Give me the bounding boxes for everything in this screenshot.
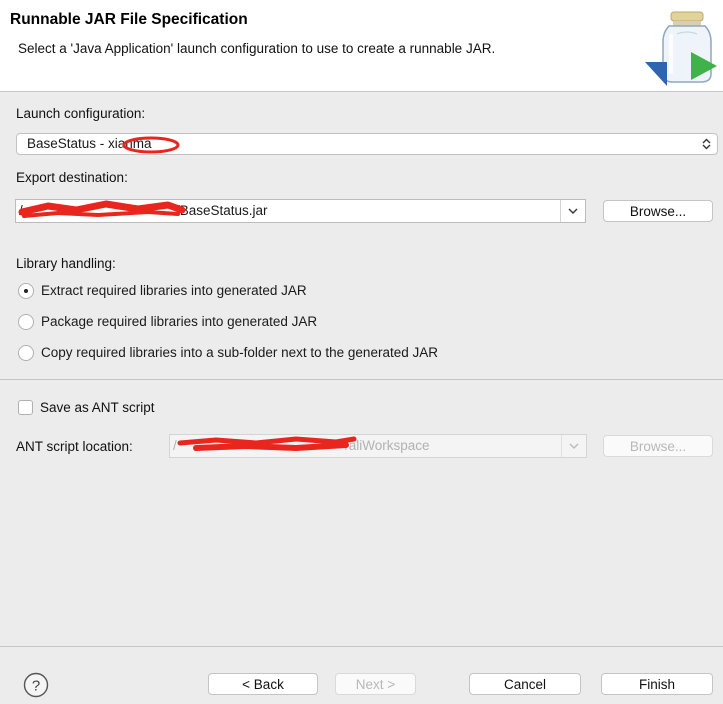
chevron-up-down-icon [702, 138, 711, 150]
ant-location-combo[interactable]: / /aliWorkspace [169, 434, 587, 458]
export-dropdown-button[interactable] [560, 200, 585, 222]
export-browse-button[interactable]: Browse... [603, 200, 713, 222]
back-button[interactable]: < Back [208, 673, 318, 695]
radio-package-libraries[interactable]: Package required libraries into generate… [18, 313, 618, 333]
launch-config-label: Launch configuration: [16, 106, 146, 121]
page-description: Select a 'Java Application' launch confi… [18, 41, 496, 56]
wizard-header: Runnable JAR File Specification Select a… [0, 0, 723, 92]
help-symbol: ? [32, 678, 40, 695]
radio-copy-libraries[interactable]: Copy required libraries into a sub-folde… [18, 344, 618, 364]
redaction-mark [122, 136, 180, 154]
launch-config-select[interactable]: BaseStatus - xianma [16, 133, 718, 155]
section-divider [0, 379, 723, 380]
ant-browse-button[interactable]: Browse... [603, 435, 713, 457]
next-button[interactable]: Next > [335, 673, 416, 695]
export-destination-combo[interactable]: / /BaseStatus.jar [15, 199, 586, 223]
radio-button[interactable] [18, 283, 34, 299]
radio-button[interactable] [18, 345, 34, 361]
redaction-scribble [177, 436, 357, 452]
help-icon[interactable]: ? [23, 672, 49, 698]
library-handling-label: Library handling: [16, 256, 116, 271]
redaction-scribble [18, 200, 186, 218]
save-ant-label: Save as ANT script [40, 400, 155, 415]
radio-label: Copy required libraries into a sub-folde… [41, 345, 438, 360]
save-ant-checkbox[interactable] [18, 400, 33, 415]
chevron-down-icon [569, 443, 579, 449]
cancel-button[interactable]: Cancel [469, 673, 581, 695]
radio-button[interactable] [18, 314, 34, 330]
radio-extract-libraries[interactable]: Extract required libraries into generate… [18, 282, 618, 302]
finish-button[interactable]: Finish [601, 673, 713, 695]
export-path-value: /BaseStatus.jar [176, 203, 268, 218]
radio-label: Extract required libraries into generate… [41, 283, 307, 298]
jar-export-icon [645, 11, 717, 86]
footer-divider [0, 646, 723, 647]
export-destination-label: Export destination: [16, 170, 128, 185]
radio-label: Package required libraries into generate… [41, 314, 318, 329]
ant-dropdown-button [561, 435, 586, 457]
chevron-down-icon [568, 208, 578, 214]
ant-location-label: ANT script location: [16, 439, 133, 454]
page-title: Runnable JAR File Specification [10, 11, 248, 28]
